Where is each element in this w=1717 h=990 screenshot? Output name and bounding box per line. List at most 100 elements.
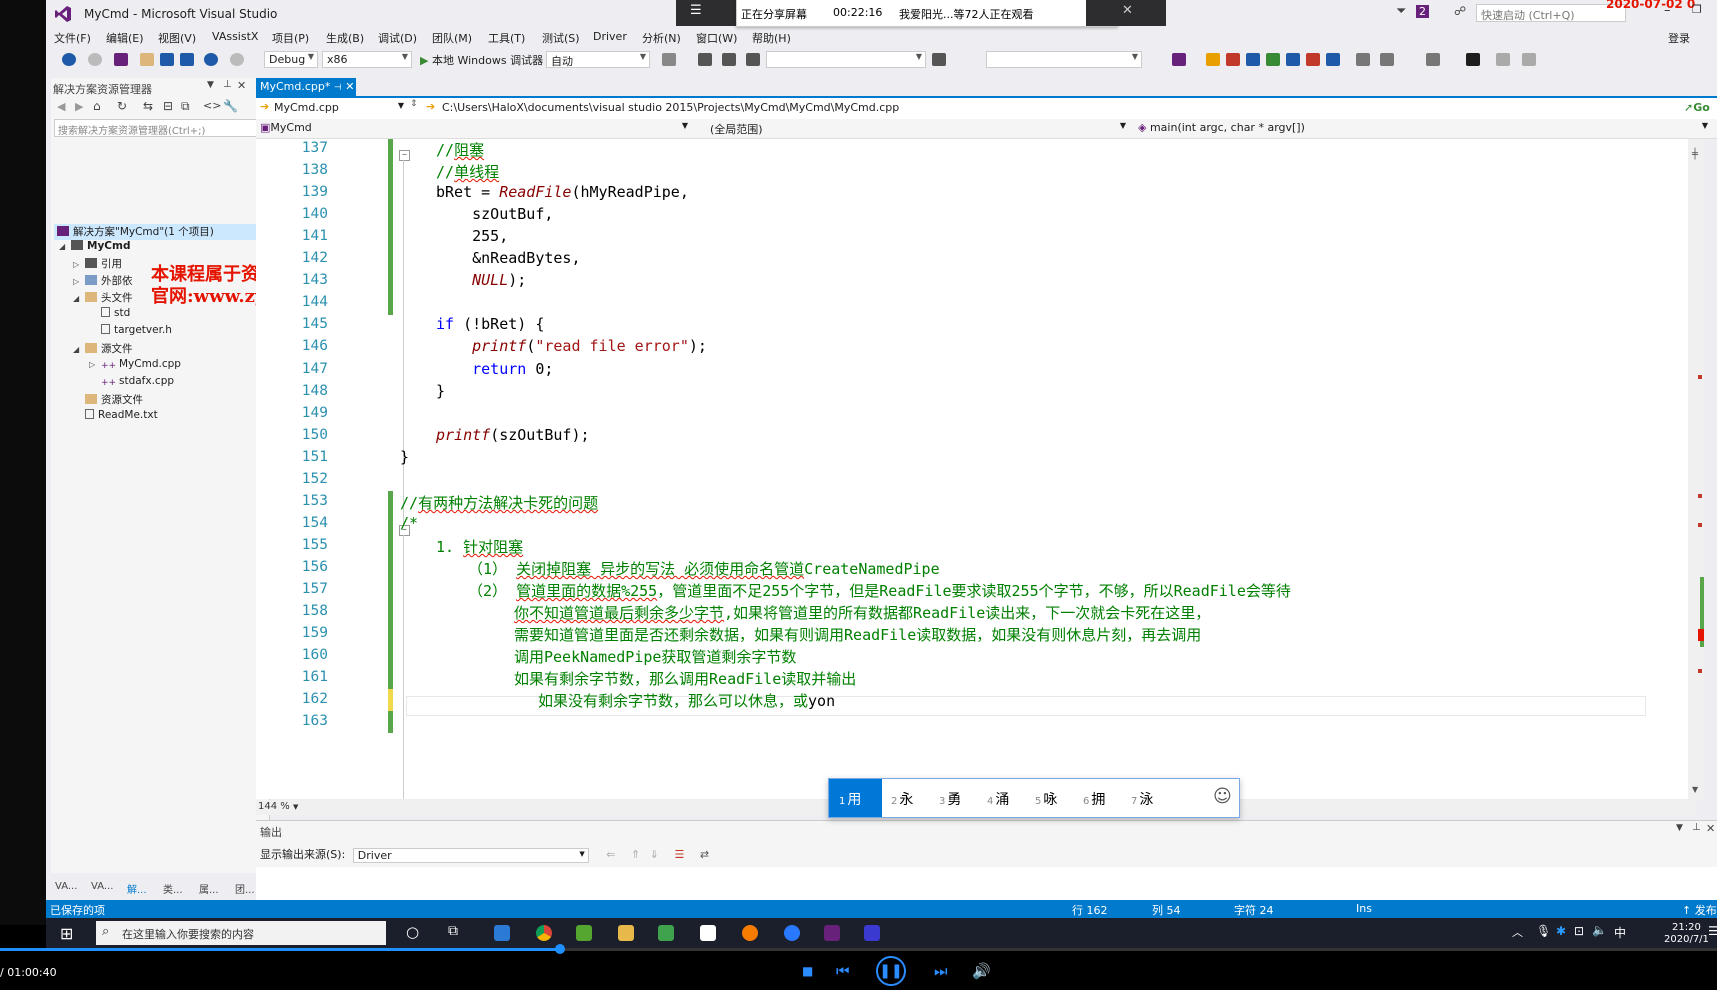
tree-item-stdafx-cpp[interactable]: ++ stdafx.cpp bbox=[101, 375, 174, 388]
volume-icon[interactable]: 🔊 bbox=[972, 962, 991, 980]
code-line[interactable]: //单线程 bbox=[436, 161, 499, 182]
code-line[interactable]: bRet = ReadFile(hMyReadPipe, bbox=[436, 183, 689, 201]
close-icon[interactable]: ✕ bbox=[237, 79, 246, 92]
cortana-icon[interactable]: ○ bbox=[406, 923, 419, 941]
pause-button[interactable]: ❚❚ bbox=[876, 956, 906, 986]
bookmark-tool-icon[interactable] bbox=[746, 53, 760, 66]
tray-chevron-up-icon[interactable]: ︿ bbox=[1512, 924, 1523, 940]
notification-badge[interactable]: 2 bbox=[1416, 5, 1429, 18]
attach-icon[interactable] bbox=[932, 53, 946, 66]
solution-search-input[interactable]: 搜索解决方案资源管理器(Ctrl+;) bbox=[54, 119, 266, 137]
refresh-icon[interactable]: ⇆ bbox=[143, 99, 153, 113]
tab-solution-explorer[interactable]: 解... bbox=[127, 881, 147, 896]
code-view-icon[interactable]: <> bbox=[203, 99, 221, 112]
menu-driver[interactable]: Driver bbox=[593, 30, 627, 43]
sync-icon[interactable]: ↻ bbox=[117, 99, 127, 113]
bluetooth-icon[interactable]: ✱ bbox=[1556, 924, 1566, 938]
wrench-icon[interactable]: 🔧 bbox=[223, 99, 238, 113]
taskbar-search-input[interactable]: ⌕ 在这里输入你要搜索的内容 bbox=[96, 921, 386, 945]
undo-icon[interactable] bbox=[204, 53, 218, 66]
tree-item-mycmd-cpp[interactable]: ▷ ++ MyCmd.cpp bbox=[89, 358, 181, 371]
task-view-icon[interactable]: ⧉ bbox=[448, 923, 458, 939]
show-all-icon[interactable]: ⧉ bbox=[181, 99, 190, 114]
tree-item-headers[interactable]: ◢ 头文件 bbox=[73, 290, 133, 305]
menu-tools[interactable]: 工具(T) bbox=[488, 30, 525, 46]
go-button[interactable]: ➚Go bbox=[1684, 101, 1710, 114]
next-icon[interactable]: ⏭ bbox=[934, 962, 948, 980]
video-progress-handle[interactable] bbox=[555, 944, 565, 954]
va-tool-icon-8[interactable] bbox=[1326, 53, 1340, 66]
emoji-icon[interactable]: ☺ bbox=[1213, 786, 1232, 807]
publish-button[interactable]: ↑ 发布 bbox=[1682, 902, 1717, 918]
output-source-select[interactable]: Driver ▼ bbox=[352, 847, 589, 863]
sign-in-link[interactable]: 登录 bbox=[1668, 30, 1690, 46]
code-line[interactable]: } bbox=[400, 448, 409, 466]
app-icon-blue[interactable] bbox=[784, 925, 800, 941]
code-line[interactable]: printf(szOutBuf); bbox=[436, 426, 590, 444]
tree-item-stdafx-h[interactable]: std bbox=[101, 307, 130, 319]
tree-item-sources[interactable]: ◢ 源文件 bbox=[73, 341, 133, 356]
tab-team[interactable]: 团... bbox=[235, 881, 255, 896]
stop-icon[interactable]: ■ bbox=[802, 964, 813, 978]
chevron-down-icon[interactable]: ▼ bbox=[207, 80, 214, 90]
close-icon[interactable]: ✕ bbox=[1706, 822, 1715, 835]
code-line[interactable]: 255, bbox=[436, 227, 508, 245]
ime-language-indicator[interactable]: 中 bbox=[1614, 924, 1626, 941]
ime-candidate[interactable]: 4涌 bbox=[987, 789, 1009, 809]
bookmark-icon[interactable] bbox=[1466, 53, 1480, 66]
indent-icon[interactable] bbox=[1356, 53, 1370, 66]
function-combo[interactable]: ◈ main(int argc, char * argv[]) ▼ bbox=[1138, 121, 1708, 134]
va-tool-icon-2[interactable] bbox=[1206, 53, 1220, 66]
menu-view[interactable]: 视图(V) bbox=[158, 30, 196, 46]
menu-icon[interactable]: ☰ bbox=[690, 3, 702, 18]
visual-studio-taskbar-icon[interactable] bbox=[824, 925, 840, 941]
menu-help[interactable]: 帮助(H) bbox=[752, 30, 791, 46]
back-icon[interactable] bbox=[62, 53, 76, 66]
next-message-icon[interactable]: ⇓ bbox=[650, 848, 659, 861]
code-line[interactable]: //有两种方法解决卡死的问题 bbox=[400, 492, 598, 513]
step-icon[interactable] bbox=[698, 53, 712, 66]
ime-candidate[interactable]: 6拥 bbox=[1083, 789, 1105, 809]
format-icon[interactable] bbox=[1426, 53, 1440, 66]
code-editor[interactable]: 137 138 139 140 141 142 143 144 145 146 147 148 149 1… bbox=[256, 139, 1696, 799]
outdent-icon[interactable] bbox=[1380, 53, 1394, 66]
close-tab-icon[interactable]: ✕ bbox=[345, 80, 354, 93]
tree-item-references[interactable]: ▷ 引用 bbox=[73, 256, 122, 271]
back-icon[interactable]: ◀ bbox=[57, 100, 65, 113]
volume-icon[interactable]: 🔈 bbox=[1592, 923, 1607, 937]
pin-icon[interactable]: ⊥ bbox=[1692, 822, 1701, 833]
menu-file[interactable]: 文件(F) bbox=[54, 30, 91, 46]
code-line[interactable]: 1. 针对阻塞 bbox=[436, 536, 523, 557]
forward-icon[interactable]: ▶ bbox=[75, 100, 83, 113]
config-select[interactable]: Debug ▼ bbox=[264, 51, 318, 68]
tab-properties[interactable]: 属... bbox=[199, 881, 219, 896]
forward-icon[interactable] bbox=[88, 53, 102, 66]
find-icon[interactable] bbox=[662, 53, 676, 66]
minimize-icon[interactable]: – bbox=[1664, 3, 1671, 18]
network-icon[interactable]: ⊡ bbox=[1574, 924, 1584, 938]
ime-candidate[interactable]: 3勇 bbox=[939, 789, 961, 809]
va-tool-icon-1[interactable] bbox=[1172, 53, 1186, 66]
file-explorer-icon[interactable] bbox=[618, 925, 634, 941]
expanded-icon[interactable]: ◢ bbox=[73, 294, 85, 303]
va-tool-icon-5[interactable] bbox=[1266, 53, 1280, 66]
menu-build[interactable]: 生成(B) bbox=[326, 30, 364, 46]
pin-icon[interactable]: ⊥ bbox=[223, 79, 232, 90]
code-line[interactable]: （1） 关闭掉阻塞 异步的写法 必须使用命名管道CreateNamedPipe bbox=[468, 558, 940, 579]
save-icon[interactable] bbox=[160, 53, 174, 66]
solution-config-select[interactable]: 自动 ▼ bbox=[546, 51, 650, 68]
menu-edit[interactable]: 编辑(E) bbox=[106, 30, 144, 46]
code-line[interactable]: } bbox=[436, 382, 445, 400]
tab-va-2[interactable]: VA... bbox=[91, 881, 113, 892]
va-tool-icon-3[interactable] bbox=[1226, 53, 1240, 66]
tree-item-external[interactable]: ▷ 外部依 bbox=[73, 273, 133, 288]
code-line[interactable]: 需要知道管道里面是否还剩余数据，如果有则调用ReadFile读取数据，如果没有则… bbox=[514, 624, 1201, 645]
scope-combo[interactable]: (全局范围) ▼ bbox=[696, 121, 1126, 137]
code-line[interactable]: /* bbox=[400, 514, 418, 532]
expanded-icon[interactable]: ◢ bbox=[59, 242, 71, 251]
microphone-icon[interactable]: 🎙 bbox=[1536, 924, 1551, 938]
previous-icon[interactable]: ⏮ bbox=[836, 962, 850, 980]
save-all-icon[interactable] bbox=[180, 53, 194, 66]
code-line[interactable]: szOutBuf, bbox=[436, 205, 553, 223]
pin-icon[interactable]: ⊣ bbox=[334, 83, 342, 93]
